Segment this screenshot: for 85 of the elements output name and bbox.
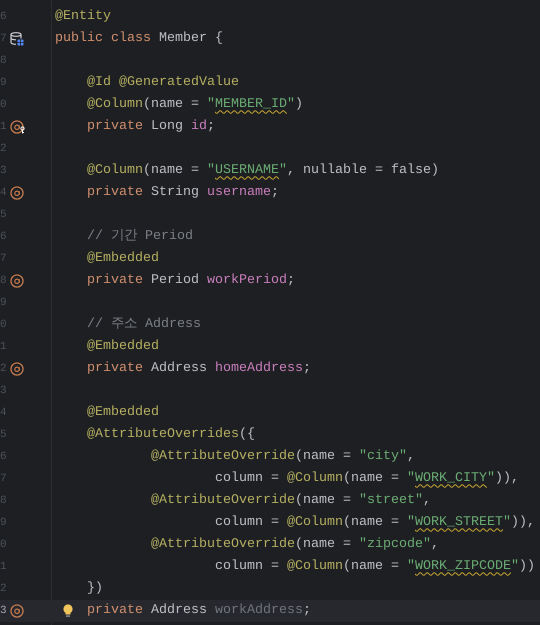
annotation: @Embedded	[87, 251, 159, 266]
annotation: @Column	[87, 97, 143, 112]
code-text: ,	[422, 493, 431, 508]
string-literal: WORK_CITY	[414, 471, 487, 486]
annotation: @AttributeOverrides	[87, 427, 239, 442]
string-literal: "	[207, 97, 215, 112]
string-literal: "	[286, 97, 295, 112]
keyword: public class	[55, 31, 152, 46]
code-text: ;	[302, 361, 311, 376]
code-text: Member {	[158, 31, 223, 46]
string-literal: "zipcode"	[358, 537, 431, 552]
code-text: Period	[151, 273, 200, 288]
string-literal: "	[486, 471, 495, 486]
string-literal: WORK_STREET	[414, 515, 503, 530]
annotation: @Column	[87, 163, 143, 178]
field-icon	[10, 604, 24, 618]
code-text: Address	[151, 603, 208, 618]
code-text: Long	[151, 119, 184, 134]
keyword: private	[87, 185, 144, 200]
code-text: , nullable = false)	[287, 163, 439, 178]
annotation: @Entity	[55, 9, 111, 24]
code-text: (name =	[294, 493, 352, 508]
string-literal: "	[510, 559, 519, 574]
code-text: (name =	[294, 449, 352, 464]
code-text: })	[87, 581, 103, 596]
code-text: )),	[494, 471, 519, 486]
annotation: @Column	[286, 559, 343, 574]
string-literal: "	[406, 559, 415, 574]
database-table-icon	[10, 32, 24, 46]
string-literal: USERNAME	[215, 163, 279, 178]
string-literal: "	[279, 163, 287, 178]
annotation: @AttributeOverride	[151, 449, 295, 464]
code-text: )),	[510, 515, 535, 530]
field-icon	[10, 362, 24, 376]
code-text: column =	[215, 471, 280, 486]
field-name: workPeriod	[207, 273, 287, 288]
string-literal: "street"	[358, 493, 423, 508]
code-text: (name =	[342, 559, 400, 574]
string-literal: "	[406, 515, 415, 530]
code-text: (name =	[143, 163, 200, 178]
field-name: username	[207, 185, 271, 200]
field-name: workAddress	[215, 603, 303, 618]
keyword: private	[87, 361, 144, 376]
annotation: @Embedded	[87, 339, 159, 354]
string-literal: MEMBER_ID	[215, 97, 287, 112]
code-text: ,	[430, 537, 439, 552]
code-comment: // 주소 Address	[87, 317, 201, 332]
code-text: ;	[302, 603, 311, 618]
code-text: ;	[271, 185, 279, 200]
field-icon	[10, 274, 24, 288]
keyword: private	[87, 119, 144, 134]
string-literal: "	[406, 471, 415, 486]
annotation: @Column	[286, 515, 343, 530]
annotation: @Embedded	[87, 405, 159, 420]
string-literal: WORK_ZIPCODE	[414, 559, 511, 574]
code-text: ({	[238, 427, 255, 442]
annotation: @AttributeOverride	[151, 537, 295, 552]
keyword: private	[87, 273, 144, 288]
code-text: (name =	[342, 471, 400, 486]
string-literal: "	[207, 163, 215, 178]
field-name: id	[191, 119, 207, 134]
annotation: @Column	[286, 471, 343, 486]
code-text: (name =	[294, 537, 352, 552]
code-text: )	[294, 97, 303, 112]
code-text: column =	[215, 515, 280, 530]
code-text: ))	[518, 559, 535, 574]
code-text: ,	[406, 449, 415, 464]
field-name: homeAddress	[215, 361, 303, 376]
code-text: ;	[286, 273, 295, 288]
code-comment: // 기간 Period	[87, 229, 193, 244]
lightbulb-icon[interactable]	[62, 604, 74, 618]
string-literal: "city"	[358, 449, 407, 464]
keyword: private	[87, 603, 144, 618]
line-number: 3	[0, 606, 7, 616]
code-text: (name =	[342, 515, 400, 530]
annotation: @AttributeOverride	[151, 493, 295, 508]
code-text: String	[151, 185, 200, 200]
field-icon	[10, 186, 24, 200]
code-text: ;	[207, 119, 215, 134]
code-text: column =	[215, 559, 280, 574]
field-key-icon	[10, 120, 26, 134]
string-literal: "	[502, 515, 511, 530]
code-text: (name =	[143, 97, 200, 112]
code-text: Address	[151, 361, 208, 376]
annotation: @Id @GeneratedValue	[87, 75, 239, 90]
